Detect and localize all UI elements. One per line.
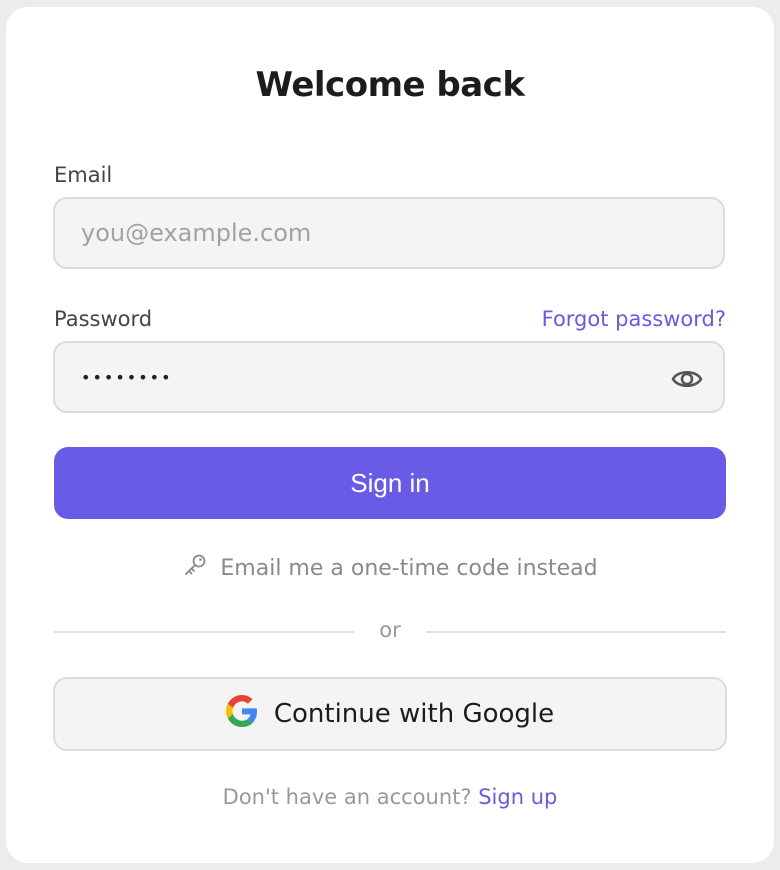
continue-with-google-button[interactable]: Continue with Google <box>53 677 727 751</box>
email-label: Email <box>54 163 113 187</box>
forgot-password-link[interactable]: Forgot password? <box>542 307 726 331</box>
google-button-label: Continue with Google <box>273 699 555 729</box>
password-label: Password <box>54 307 153 331</box>
email-field-container <box>53 197 725 269</box>
login-card: Welcome back Email Password Forgot passw… <box>6 7 774 863</box>
password-field-container <box>53 341 725 413</box>
page-title: Welcome back <box>255 65 525 105</box>
signup-prompt-text: Don't have an account? <box>222 785 472 809</box>
signup-prompt: Don't have an account? Sign up <box>6 785 774 809</box>
google-icon <box>225 694 258 734</box>
key-icon <box>182 552 208 584</box>
email-field[interactable] <box>79 218 699 248</box>
password-field[interactable] <box>79 366 699 388</box>
sign-in-button[interactable]: Sign in <box>54 447 726 519</box>
one-time-code-label: Email me a one-time code instead <box>220 555 598 581</box>
sign-up-link[interactable]: Sign up <box>478 785 557 809</box>
one-time-code-link[interactable]: Email me a one-time code instead <box>6 552 774 584</box>
eye-icon[interactable] <box>671 365 703 393</box>
divider-right <box>426 631 726 633</box>
divider-or: or <box>379 618 401 642</box>
